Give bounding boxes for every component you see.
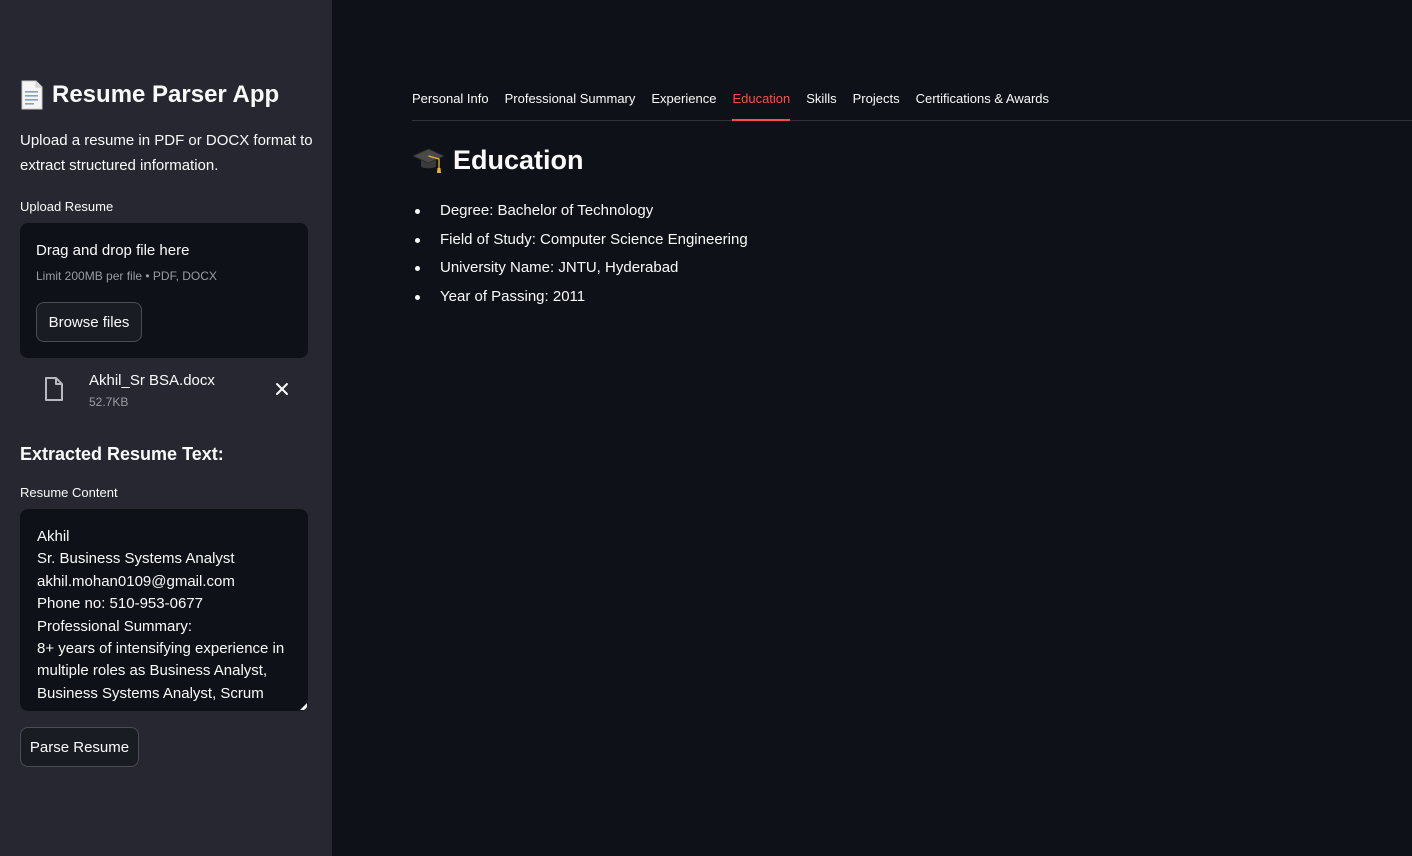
section-title: Education [412, 144, 584, 177]
list-item: Degree: Bachelor of Technology [412, 197, 748, 226]
sidebar: Resume Parser App Upload a resume in PDF… [0, 0, 332, 856]
tab-skills[interactable]: Skills [806, 84, 836, 120]
file-name: Akhil_Sr BSA.docx [89, 372, 215, 389]
file-dropzone[interactable]: Drag and drop file here Limit 200MB per … [20, 223, 308, 358]
extracted-text-heading: Extracted Resume Text: [20, 444, 224, 464]
tab-professional-summary[interactable]: Professional Summary [505, 84, 636, 120]
content-line: Phone no: 510-953-0677 [37, 595, 203, 613]
file-size: 52.7KB [89, 395, 129, 409]
tab-projects[interactable]: Projects [853, 84, 900, 120]
content-line: Business Systems Analyst, Scrum [37, 684, 264, 702]
content-line: akhil.mohan0109@gmail.com [37, 572, 235, 590]
close-icon[interactable] [273, 380, 291, 398]
upload-label: Upload Resume [20, 199, 114, 214]
tab-education[interactable]: Education [732, 84, 790, 121]
content-line: Professional Summary: [37, 617, 193, 635]
content-line: multiple roles as Business Analyst, [37, 662, 268, 680]
list-item: Field of Study: Computer Science Enginee… [412, 226, 748, 255]
resume-content-label: Resume Content [20, 485, 118, 500]
browse-files-button[interactable]: Browse files [36, 302, 142, 342]
tab-certifications-awards[interactable]: Certifications & Awards [916, 84, 1049, 120]
dropzone-title: Drag and drop file here [36, 242, 190, 259]
content-line: Akhil [37, 528, 70, 545]
education-list: Degree: Bachelor of Technology Field of … [412, 197, 748, 312]
list-item: University Name: JNTU, Hyderabad [412, 254, 748, 283]
parse-resume-button[interactable]: Parse Resume [20, 727, 139, 767]
app-title: Resume Parser App [20, 80, 279, 110]
tab-personal-info[interactable]: Personal Info [412, 84, 489, 120]
page-document-icon [21, 80, 43, 110]
content-line: Sr. Business Systems Analyst [37, 550, 235, 568]
graduation-cap-icon [412, 148, 445, 173]
app-title-text: Resume Parser App [52, 81, 280, 108]
content-line: 8+ years of intensifying experience in [37, 640, 285, 658]
resize-handle-icon[interactable] [300, 703, 307, 710]
app-description: Upload a resume in PDF or DOCX format to… [20, 132, 313, 174]
list-item: Year of Passing: 2011 [412, 283, 748, 312]
uploaded-file-item: Akhil_Sr BSA.docx 52.7KB [20, 368, 308, 418]
file-icon [45, 377, 63, 401]
tab-bar: Personal Info Professional Summary Exper… [412, 84, 1412, 121]
resume-content-textarea[interactable]: Akhil Sr. Business Systems Analyst akhil… [20, 509, 308, 711]
section-title-text: Education [453, 145, 584, 175]
tab-experience[interactable]: Experience [651, 84, 716, 120]
dropzone-limit: Limit 200MB per file • PDF, DOCX [36, 269, 217, 283]
